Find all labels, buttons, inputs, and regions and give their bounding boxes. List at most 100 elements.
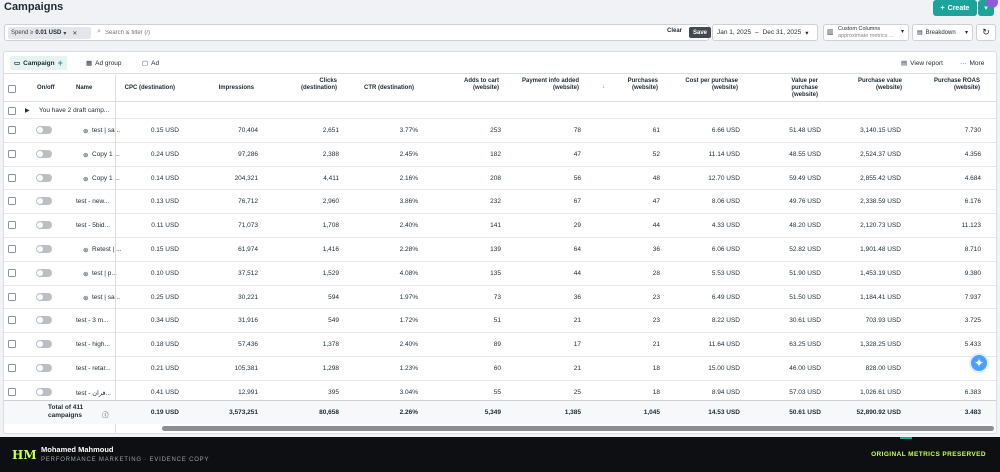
- select-all-checkbox[interactable]: [8, 85, 16, 93]
- table-row[interactable]: test - retar... 0.21 USD 105,381 1,298 1.23%…: [4, 357, 996, 381]
- row-checkbox[interactable]: [8, 340, 16, 349]
- date-range-picker[interactable]: Jan 1, 2025 – Dec 31, 2025 ▾: [712, 24, 818, 41]
- cell-purch: 23: [652, 293, 660, 301]
- filter-box[interactable]: Spend ≥0.01 USD ▾ ✕ ⌕ Clear Save: [4, 24, 712, 41]
- campaign-toggle[interactable]: [36, 268, 52, 277]
- col-purchases[interactable]: Purchases (website): [616, 78, 658, 92]
- col-clicks[interactable]: Clicks (destination): [292, 78, 337, 92]
- table-row[interactable]: ⊛ Copy 1 ... 0.14 USD 204,321 4,411 2.16% 208 5…: [4, 167, 996, 191]
- campaign-toggle[interactable]: [36, 149, 52, 158]
- row-checkbox[interactable]: [8, 126, 16, 134]
- campaign-toggle[interactable]: [36, 197, 52, 206]
- sort-arrow-icon[interactable]: ↓: [602, 84, 605, 90]
- info-icon[interactable]: ⓘ: [102, 409, 109, 419]
- campaign-name-link[interactable]: test - 5bid...: [76, 222, 110, 229]
- breakdown-selector[interactable]: ▤ Breakdown ▾: [912, 24, 973, 41]
- save-filter-button[interactable]: Save: [689, 27, 712, 38]
- row-checkbox[interactable]: [8, 364, 16, 372]
- filter-chip-spend[interactable]: Spend ≥0.01 USD ▾ ✕: [8, 27, 91, 39]
- col-cpc[interactable]: CPC (destination): [119, 85, 175, 92]
- row-checkbox[interactable]: [8, 292, 16, 301]
- draft-campaigns-row[interactable]: ▶ You have 2 draft camp...: [4, 103, 996, 119]
- col-onoff[interactable]: On/off: [37, 85, 55, 92]
- cell-pay: 44: [573, 269, 581, 277]
- campaign-toggle[interactable]: [36, 126, 52, 134]
- table-row[interactable]: test - new... 0.13 USD 76,712 2,960 3.86% 232…: [4, 190, 996, 215]
- row-checkbox[interactable]: [8, 107, 16, 115]
- row-checkbox[interactable]: [8, 268, 16, 277]
- table-row[interactable]: ⊛ test | p... 0.10 USD 37,512 1,529 4.08% 135 4…: [4, 262, 996, 286]
- campaign-toggle[interactable]: [36, 316, 52, 325]
- campaign-name-link[interactable]: test - فران...: [76, 389, 111, 397]
- cell-pv: 1,026.61 USD: [860, 388, 901, 396]
- create-button[interactable]: + Create: [933, 0, 977, 16]
- search-input[interactable]: [105, 27, 505, 39]
- col-purchase-value[interactable]: Purchase value (website): [840, 78, 902, 92]
- row-checkbox[interactable]: [8, 221, 16, 230]
- advantage-plus-icon: ⊛: [83, 128, 89, 135]
- cell-clicks: 1,378: [322, 341, 339, 349]
- tab-ad-group[interactable]: ▦ Ad group: [82, 56, 126, 70]
- chevron-down-icon[interactable]: ▾: [63, 30, 66, 37]
- table-row[interactable]: test - high... 0.18 USD 57,436 1,378 2.40% 89…: [4, 333, 996, 357]
- table-row[interactable]: ⊛ test | sa... 0.25 USD 30,221 594 1.97% 73 36 2…: [4, 286, 996, 310]
- table-row[interactable]: ⊛ test | sa... 0.15 USD 70,404 2,651 3.77% 253…: [4, 119, 996, 143]
- view-report-button[interactable]: ▤ View report: [897, 56, 947, 70]
- col-cost-per-purchase[interactable]: Cost per purchase (website): [674, 78, 738, 92]
- campaign-name-link[interactable]: test - 3 m...: [76, 317, 109, 324]
- table-row[interactable]: test - 5bid... 0.11 USD 71,073 1,708 2.40% 14…: [4, 214, 996, 238]
- campaign-toggle[interactable]: [36, 292, 52, 301]
- refresh-button[interactable]: ↻: [976, 24, 996, 41]
- page-title: Campaigns: [4, 1, 64, 13]
- campaign-name-link[interactable]: test - retar...: [76, 365, 111, 372]
- horizontal-scrollbar[interactable]: [162, 426, 994, 431]
- cell-atc: 208: [490, 174, 501, 182]
- table-row[interactable]: ⊛ Copy 1 ... 0.24 USD 97,286 2,388 2.45% 182 47…: [4, 143, 996, 167]
- col-purchase-roas[interactable]: Purchase ROAS (website): [925, 78, 980, 92]
- total-adds-to-cart: 5,349: [484, 409, 501, 416]
- col-impressions[interactable]: Impressions: [204, 85, 254, 92]
- campaign-toggle[interactable]: [36, 387, 52, 396]
- draft-notice[interactable]: You have 2 draft camp...: [39, 107, 109, 114]
- campaign-name-link[interactable]: test | p...: [92, 270, 117, 277]
- more-button[interactable]: ··· More: [956, 56, 988, 70]
- table-row[interactable]: ⊛ Retest | ... 0.15 USD 61,974 1,416 2.28% 139…: [4, 238, 996, 262]
- col-value-per-purchase[interactable]: Value per purchase (website): [778, 78, 818, 99]
- row-checkbox[interactable]: [8, 149, 16, 158]
- row-checkbox[interactable]: [8, 387, 16, 396]
- total-purchases: 1,045: [643, 409, 660, 416]
- col-ctr[interactable]: CTR (destination): [344, 85, 414, 92]
- clear-button[interactable]: Clear: [667, 28, 682, 34]
- campaign-toggle[interactable]: [36, 340, 52, 349]
- custom-columns-selector[interactable]: ▥ Custom Columns approximate metrics ...…: [823, 24, 909, 41]
- close-icon[interactable]: ✕: [72, 30, 77, 37]
- campaign-name-link[interactable]: test - high...: [76, 341, 110, 348]
- campaign-name-link[interactable]: test - new...: [76, 198, 109, 205]
- tab-campaign[interactable]: ▭ Campaign +: [10, 56, 67, 70]
- table-row[interactable]: test - 3 m... 0.34 USD 31,916 549 1.72% 51 21 2…: [4, 309, 996, 334]
- row-checkbox[interactable]: [8, 197, 16, 206]
- row-checkbox[interactable]: [8, 173, 16, 182]
- row-checkbox[interactable]: [8, 316, 16, 325]
- col-name[interactable]: Name: [76, 85, 92, 92]
- campaign-toggle[interactable]: [36, 173, 52, 182]
- caret-right-icon[interactable]: ▶: [25, 107, 30, 114]
- tab-ad[interactable]: ▢ Ad: [138, 56, 163, 70]
- campaign-toggle[interactable]: [36, 364, 52, 372]
- cell-roas: 8.710: [964, 246, 981, 253]
- cell-vpp: 46.00 USD: [789, 365, 821, 372]
- col-payment-info[interactable]: Payment info added (website): [519, 78, 579, 92]
- cell-impr: 30,221: [238, 293, 258, 301]
- campaign-toggle[interactable]: [36, 245, 52, 253]
- cell-atc: 182: [490, 150, 501, 158]
- cell-cpp: 6.06 USD: [711, 246, 740, 253]
- assistant-sparkle-button[interactable]: ✦: [969, 353, 989, 373]
- filter-bar: Spend ≥0.01 USD ▾ ✕ ⌕ Clear Save Jan 1, …: [0, 24, 1000, 42]
- plus-icon[interactable]: +: [58, 58, 63, 68]
- avatar[interactable]: [986, 0, 998, 8]
- row-checkbox[interactable]: [8, 245, 16, 253]
- cell-pv: 1,328.25 USD: [860, 341, 901, 349]
- campaign-toggle[interactable]: [36, 221, 52, 230]
- cell-vpp: 57.03 USD: [789, 388, 821, 396]
- col-adds-to-cart[interactable]: Adds to cart (website): [454, 78, 499, 92]
